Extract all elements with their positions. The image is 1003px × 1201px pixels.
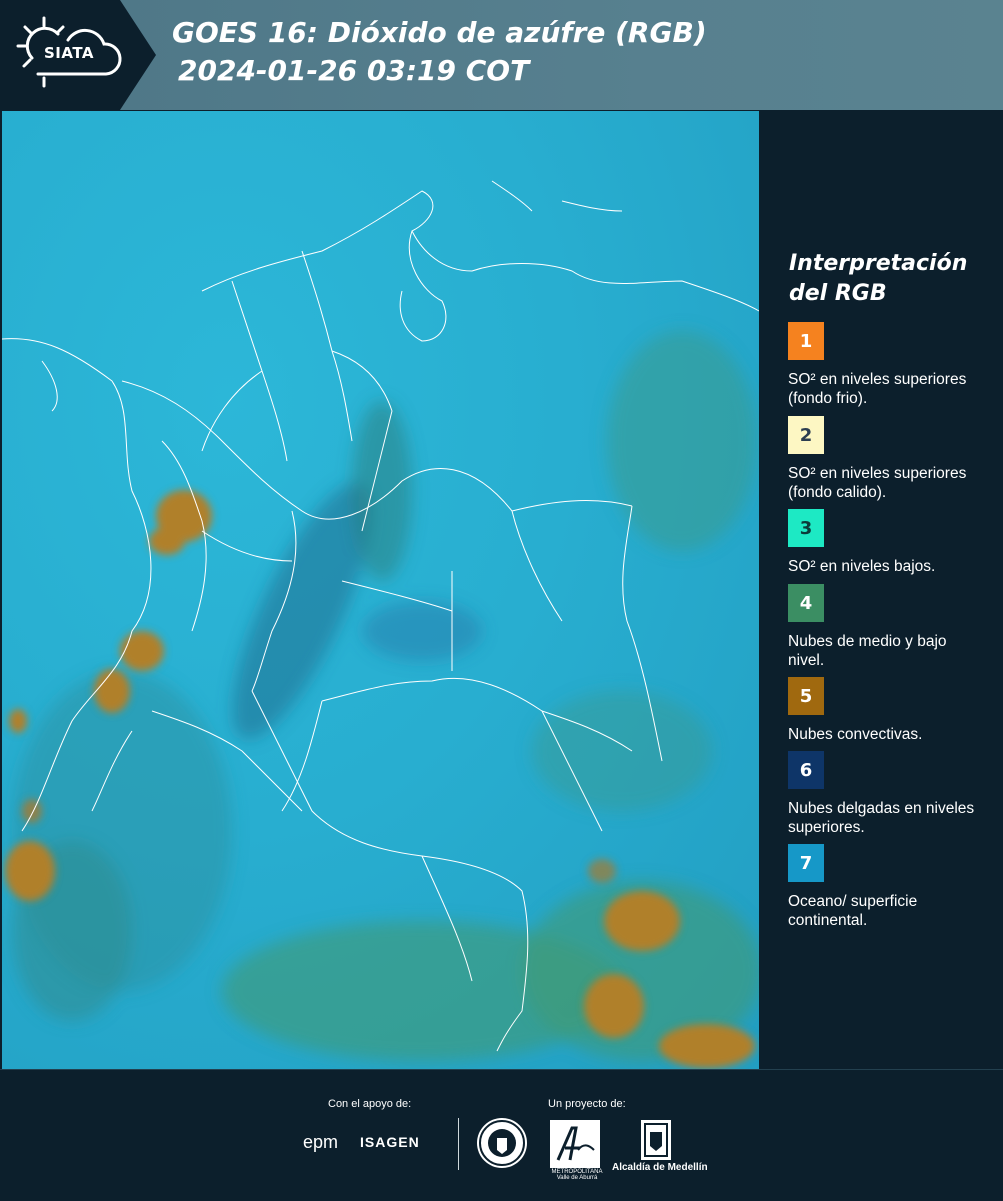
map-canvas xyxy=(2,180,759,1068)
legend-title-line1: Interpretación xyxy=(789,251,968,276)
legend-item-label: Nubes de medio y bajo nivel. xyxy=(788,633,947,669)
title-datetime: 2024-01-26 03:19 COT xyxy=(178,54,530,87)
page-title: GOES 16: Dióxido de azúfre (RGB) 2024-01… xyxy=(172,14,707,90)
legend-swatch: 4 xyxy=(788,584,824,622)
area-logo-icon xyxy=(556,1126,595,1161)
legend-swatch: 1 xyxy=(788,322,824,360)
legend-item: 5 Nubes convectivas. xyxy=(788,677,978,744)
legend-item-label: Oceano/ superficie continental. xyxy=(788,893,918,929)
legend-item: 1 SO² en niveles superiores (fondo frio)… xyxy=(788,322,978,408)
footer: Con el apoyo de: Un proyecto de: epm ISA… xyxy=(0,1069,1003,1201)
alcaldia-shield-icon xyxy=(644,1123,668,1157)
alcaldia-text: Alcaldía de Medellín xyxy=(612,1162,708,1173)
legend-item: 2 SO² en niveles superiores (fondo calid… xyxy=(788,416,978,502)
legend-swatch: 7 xyxy=(788,844,824,882)
satellite-map[interactable] xyxy=(2,111,759,1069)
legend-swatch: 3 xyxy=(788,509,824,547)
siata-logo-text: SIATA xyxy=(44,44,95,62)
legend-title: Interpretación del RGB xyxy=(789,249,967,309)
legend-item: 3 SO² en niveles bajos. xyxy=(788,509,978,576)
area-metropolitana-logo xyxy=(550,1120,600,1168)
legend-item-label: Nubes delgadas en niveles superiores. xyxy=(788,800,975,836)
footer-divider xyxy=(458,1118,459,1170)
legend-swatch: 6 xyxy=(788,751,824,789)
legend-item-label: SO² en niveles bajos. xyxy=(788,558,936,575)
medellin-seal-icon xyxy=(477,1118,527,1168)
area-metropolitana-text: METROPOLITANA Valle de Aburrá xyxy=(551,1169,603,1181)
legend-item-label: SO² en niveles superiores (fondo frio). xyxy=(788,371,967,407)
isagen-logo: ISAGEN xyxy=(360,1134,420,1150)
legend-item-label: Nubes convectivas. xyxy=(788,726,923,743)
legend-item: 7 Oceano/ superficie continental. xyxy=(788,844,978,930)
legend-swatch: 2 xyxy=(788,416,824,454)
title-product: GOES 16: Dióxido de azúfre (RGB) xyxy=(172,16,707,49)
legend-swatch: 5 xyxy=(788,677,824,715)
header: SIATA GOES 16: Dióxido de azúfre (RGB) 2… xyxy=(0,0,1003,110)
legend-item-label: SO² en niveles superiores (fondo calido)… xyxy=(788,465,967,501)
support-label: Con el apoyo de: xyxy=(328,1098,412,1110)
project-label: Un proyecto de: xyxy=(548,1098,626,1110)
legend-panel: Interpretación del RGB 1 SO² en niveles … xyxy=(760,111,1003,1069)
legend-title-line2: del RGB xyxy=(789,281,887,306)
legend-item: 6 Nubes delgadas en niveles superiores. xyxy=(788,751,978,837)
alcaldia-emblem-icon xyxy=(641,1120,671,1160)
legend-item: 4 Nubes de medio y bajo nivel. xyxy=(788,584,978,670)
epm-logo: epm xyxy=(303,1132,339,1152)
